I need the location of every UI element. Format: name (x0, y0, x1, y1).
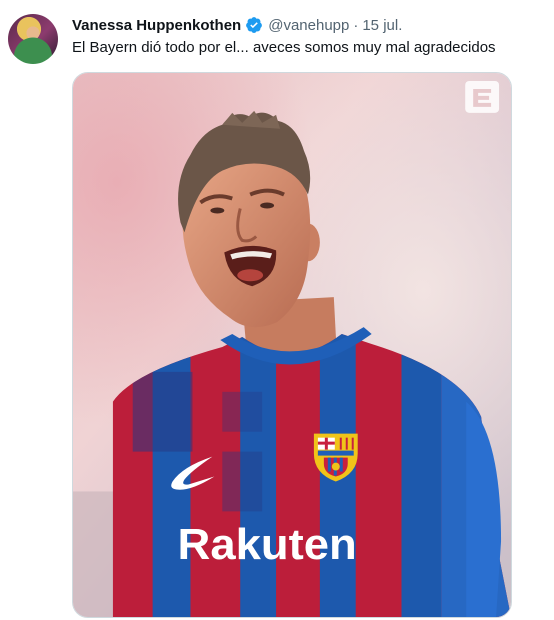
tweet-media-photo[interactable]: Rakuten (72, 72, 512, 618)
author-handle[interactable]: @vanehupp (268, 17, 349, 34)
watermark-logo-icon (465, 80, 500, 113)
tweet-header: Vanessa Huppenkothen @vanehupp · 15 jul. (72, 15, 402, 35)
jersey-sponsor-text: Rakuten (178, 520, 357, 569)
tweet-date[interactable]: 15 jul. (362, 17, 402, 34)
separator-dot: · (353, 16, 359, 34)
tweet-text: El Bayern dió todo por el... aveces somo… (72, 39, 496, 56)
author-name[interactable]: Vanessa Huppenkothen (72, 17, 241, 34)
avatar[interactable] (8, 14, 58, 64)
verified-badge-icon (246, 17, 263, 33)
player-photo: Rakuten (73, 73, 511, 617)
tweet: Vanessa Huppenkothen @vanehupp · 15 jul.… (0, 0, 554, 620)
